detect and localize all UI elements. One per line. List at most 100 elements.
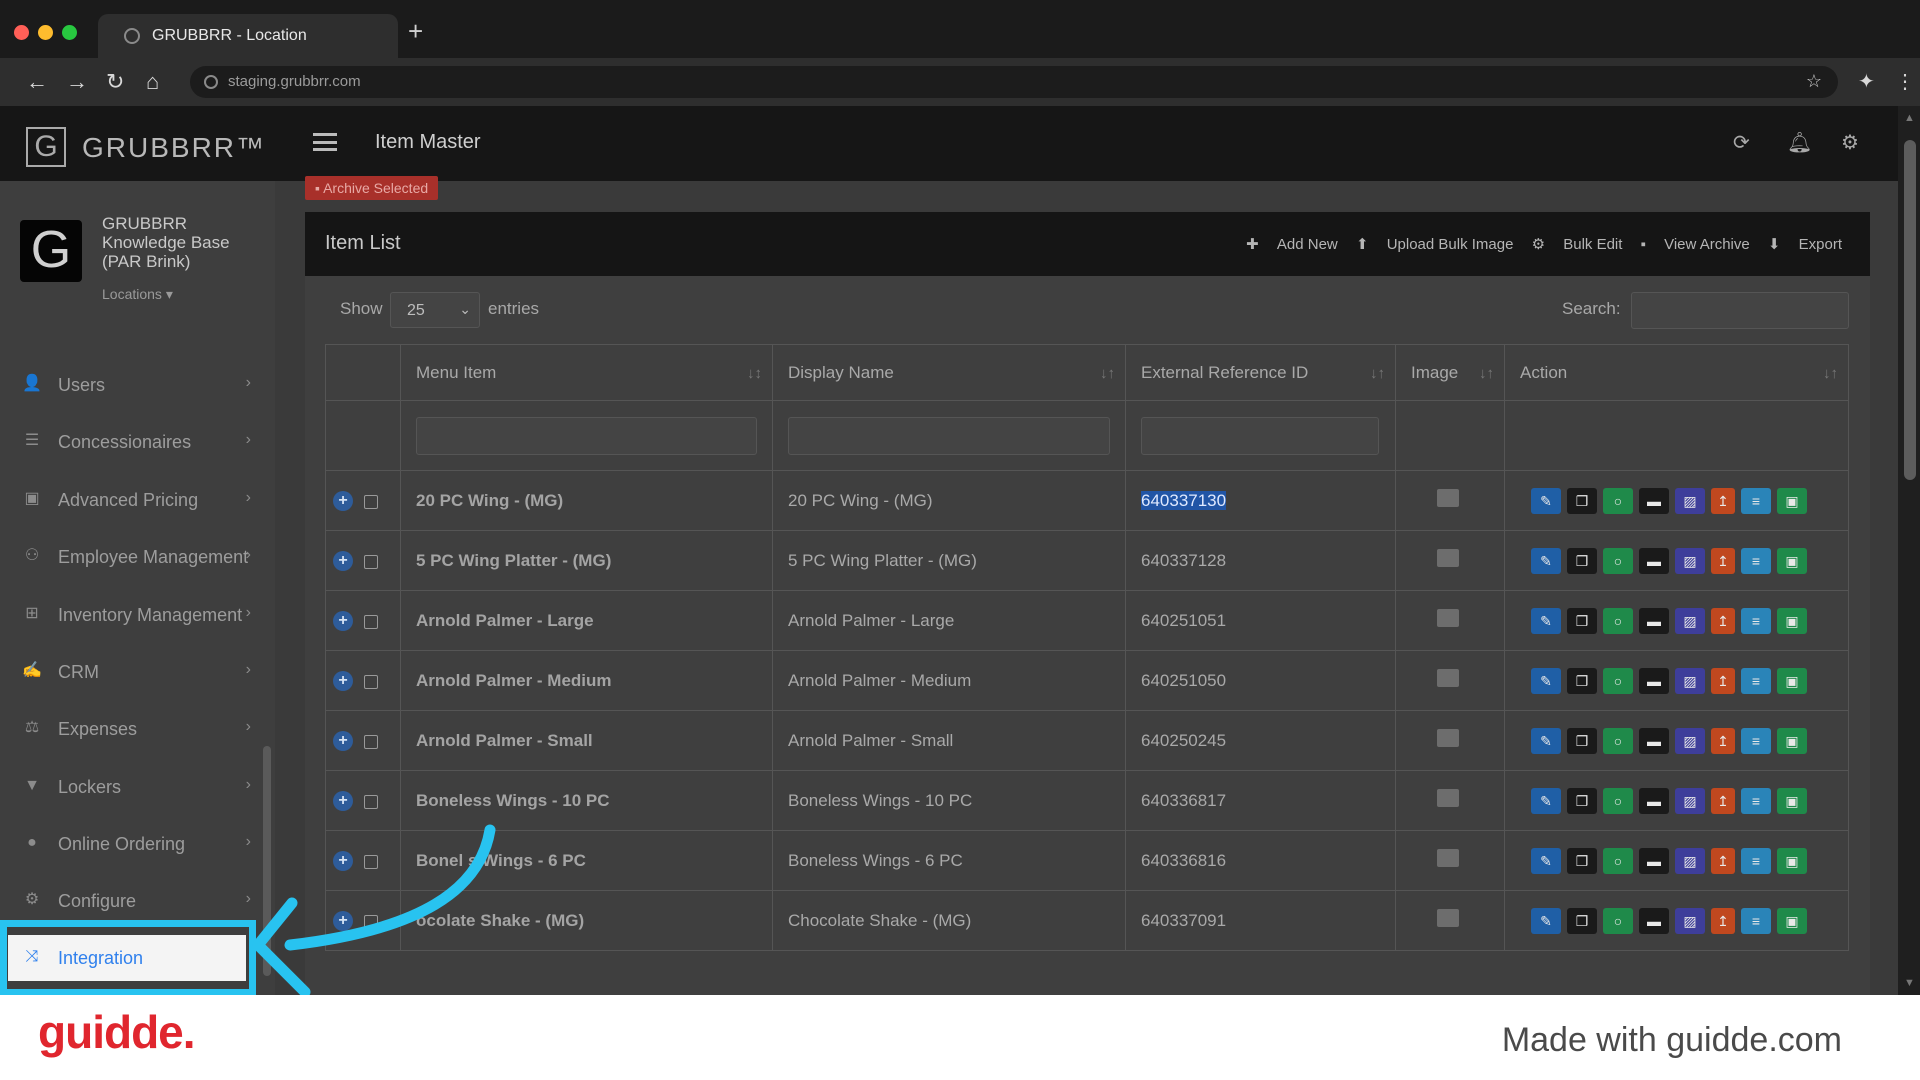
upload-action-button[interactable]: ↥ bbox=[1711, 787, 1735, 814]
sidebar-scrollbar[interactable] bbox=[263, 746, 271, 976]
archive-action-button[interactable]: ▬ bbox=[1639, 547, 1669, 574]
sidebar-item-lockers[interactable]: ▼ Lockers › bbox=[0, 764, 265, 808]
copy-action-button[interactable]: ❐ bbox=[1567, 727, 1597, 754]
archive-action-button[interactable]: ▬ bbox=[1639, 907, 1669, 934]
upload-action-button[interactable]: ↥ bbox=[1711, 847, 1735, 874]
expand-row-icon[interactable]: + bbox=[333, 791, 353, 811]
upload-action-button[interactable]: ↥ bbox=[1711, 547, 1735, 574]
search-input[interactable] bbox=[1631, 292, 1849, 329]
column-header-image[interactable]: Image ↓↑ bbox=[1395, 344, 1505, 401]
row-checkbox[interactable] bbox=[364, 615, 378, 629]
image-placeholder-icon[interactable] bbox=[1437, 789, 1459, 807]
site-info-icon[interactable] bbox=[204, 75, 218, 89]
back-icon[interactable]: ← bbox=[26, 70, 48, 94]
sort-icon[interactable]: ↓↑ bbox=[1479, 365, 1494, 382]
sidebar-item-employee-management[interactable]: ⚇ Employee Management › bbox=[0, 534, 265, 578]
archive-action-button[interactable]: ▬ bbox=[1639, 487, 1669, 514]
modifiers-action-button[interactable]: ≡ bbox=[1741, 847, 1771, 874]
sort-icon[interactable]: ↓↑ bbox=[1100, 365, 1115, 382]
reload-icon[interactable]: ↻ bbox=[106, 70, 124, 94]
edit-action-button[interactable]: ✎ bbox=[1531, 907, 1561, 934]
toggle-action-button[interactable]: ○ bbox=[1603, 667, 1633, 694]
copy-action-button[interactable]: ❐ bbox=[1567, 787, 1597, 814]
settings-gear-icon[interactable]: ⚙ bbox=[1841, 130, 1859, 155]
minimize-window-button[interactable] bbox=[38, 25, 53, 40]
column-header-external-reference-id[interactable]: External Reference ID ↓↑ bbox=[1125, 344, 1396, 401]
sort-icon[interactable]: ↓↑ bbox=[1823, 365, 1838, 382]
edit-action-button[interactable]: ✎ bbox=[1531, 667, 1561, 694]
archive-action-button[interactable]: ▬ bbox=[1639, 667, 1669, 694]
upload-action-button[interactable]: ↥ bbox=[1711, 607, 1735, 634]
page-scrollbar[interactable]: ▲ ▼ bbox=[1898, 106, 1920, 995]
upload-action-button[interactable]: ↥ bbox=[1711, 487, 1735, 514]
toggle-action-button[interactable]: ○ bbox=[1603, 727, 1633, 754]
modifiers-action-button[interactable]: ≡ bbox=[1741, 667, 1771, 694]
address-bar[interactable]: staging.grubbrr.com ☆ bbox=[190, 66, 1838, 98]
browser-tab[interactable]: GRUBBRR - Location bbox=[98, 14, 398, 58]
scrollbar-thumb[interactable] bbox=[1904, 140, 1916, 480]
modifiers-action-button[interactable]: ≡ bbox=[1741, 727, 1771, 754]
edit-action-button[interactable]: ✎ bbox=[1531, 847, 1561, 874]
new-tab-button[interactable]: + bbox=[408, 18, 423, 44]
modifiers-action-button[interactable]: ≡ bbox=[1741, 907, 1771, 934]
modifiers-action-button[interactable]: ≡ bbox=[1741, 787, 1771, 814]
upload-bulk-image-button[interactable]: ⬆ Upload Bulk Image bbox=[1356, 236, 1514, 253]
price-action-button[interactable]: ▣ bbox=[1777, 667, 1807, 694]
refresh-icon[interactable]: ⟳ bbox=[1733, 130, 1750, 155]
price-action-button[interactable]: ▣ bbox=[1777, 787, 1807, 814]
display-name-filter-input[interactable] bbox=[788, 416, 1110, 455]
price-action-button[interactable]: ▣ bbox=[1777, 847, 1807, 874]
expand-row-icon[interactable]: + bbox=[333, 731, 353, 751]
toggle-action-button[interactable]: ○ bbox=[1603, 907, 1633, 934]
copy-action-button[interactable]: ❐ bbox=[1567, 907, 1597, 934]
image-action-button[interactable]: ▨ bbox=[1675, 847, 1705, 874]
copy-action-button[interactable]: ❐ bbox=[1567, 547, 1597, 574]
edit-action-button[interactable]: ✎ bbox=[1531, 607, 1561, 634]
column-header-action[interactable]: Action ↓↑ bbox=[1504, 344, 1849, 401]
home-icon[interactable]: ⌂ bbox=[146, 70, 159, 94]
sort-icon[interactable]: ↓↑ bbox=[1370, 365, 1385, 382]
copy-action-button[interactable]: ❐ bbox=[1567, 607, 1597, 634]
modifiers-action-button[interactable]: ≡ bbox=[1741, 607, 1771, 634]
sidebar-item-concessionaires[interactable]: ☰ Concessionaires › bbox=[0, 419, 265, 463]
archive-action-button[interactable]: ▬ bbox=[1639, 847, 1669, 874]
sort-icon[interactable]: ↓↕ bbox=[747, 365, 762, 382]
image-action-button[interactable]: ▨ bbox=[1675, 607, 1705, 634]
expand-row-icon[interactable]: + bbox=[333, 611, 353, 631]
bulk-edit-button[interactable]: ⚙ Bulk Edit bbox=[1532, 236, 1623, 253]
price-action-button[interactable]: ▣ bbox=[1777, 487, 1807, 514]
image-action-button[interactable]: ▨ bbox=[1675, 667, 1705, 694]
image-placeholder-icon[interactable] bbox=[1437, 549, 1459, 567]
expand-row-icon[interactable]: + bbox=[333, 851, 353, 871]
edit-action-button[interactable]: ✎ bbox=[1531, 787, 1561, 814]
expand-row-icon[interactable]: + bbox=[333, 551, 353, 571]
row-checkbox[interactable] bbox=[364, 495, 378, 509]
toggle-action-button[interactable]: ○ bbox=[1603, 607, 1633, 634]
row-checkbox[interactable] bbox=[364, 735, 378, 749]
edit-action-button[interactable]: ✎ bbox=[1531, 547, 1561, 574]
expand-row-icon[interactable]: + bbox=[333, 671, 353, 691]
image-action-button[interactable]: ▨ bbox=[1675, 487, 1705, 514]
upload-action-button[interactable]: ↥ bbox=[1711, 727, 1735, 754]
row-checkbox[interactable] bbox=[364, 675, 378, 689]
toggle-action-button[interactable]: ○ bbox=[1603, 787, 1633, 814]
export-button[interactable]: ⬇ Export bbox=[1768, 236, 1842, 253]
price-action-button[interactable]: ▣ bbox=[1777, 607, 1807, 634]
toggle-action-button[interactable]: ○ bbox=[1603, 547, 1633, 574]
sidebar-item-advanced-pricing[interactable]: ▣ Advanced Pricing › bbox=[0, 477, 265, 521]
bell-icon[interactable]: 🔔︎ bbox=[1787, 130, 1812, 155]
add-new-button[interactable]: ✚ Add New bbox=[1246, 236, 1338, 253]
row-checkbox[interactable] bbox=[364, 915, 378, 929]
archive-selected-button[interactable]: ▪ Archive Selected bbox=[305, 176, 439, 200]
image-placeholder-icon[interactable] bbox=[1437, 609, 1459, 627]
copy-action-button[interactable]: ❐ bbox=[1567, 847, 1597, 874]
scroll-down-icon[interactable]: ▼ bbox=[1904, 977, 1915, 989]
edit-action-button[interactable]: ✎ bbox=[1531, 487, 1561, 514]
toggle-action-button[interactable]: ○ bbox=[1603, 847, 1633, 874]
row-checkbox[interactable] bbox=[364, 795, 378, 809]
sidebar-item-integration[interactable]: ⤨ Integration bbox=[8, 935, 246, 981]
view-archive-button[interactable]: ▪ View Archive bbox=[1641, 236, 1750, 253]
image-placeholder-icon[interactable] bbox=[1437, 729, 1459, 747]
sidebar-item-online-ordering[interactable]: ● Online Ordering › bbox=[0, 821, 265, 865]
sidebar-item-configure[interactable]: ⚙ Configure › bbox=[0, 878, 265, 922]
